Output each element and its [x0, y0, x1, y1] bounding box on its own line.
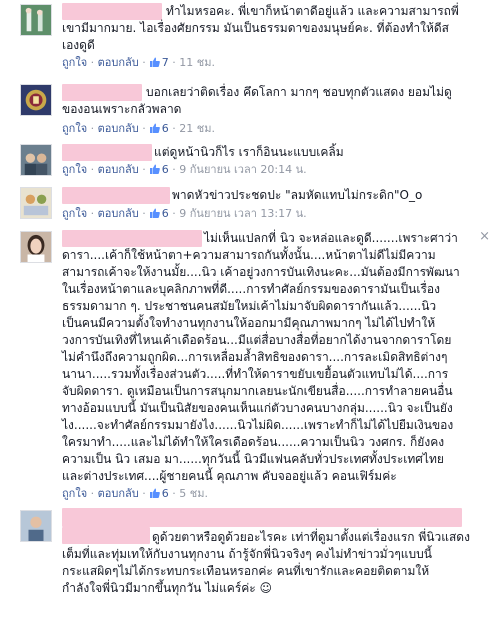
comment-text: บอกเลยว่าติดเรื่อง คึดโลกา มากๆ ชอบทุกตั…: [62, 85, 452, 116]
like-count[interactable]: 6: [162, 487, 169, 500]
comment-1: บอกเลยว่าติดเรื่อง คึดโลกา มากๆ ชอบทุกตั…: [0, 80, 504, 140]
comment-0: ทำไมหรอคะ. พี่เขาก็หน้าตาดีอยู่แล้ว และค…: [0, 0, 504, 70]
like-link[interactable]: ถูกใจ: [62, 487, 87, 500]
avatar[interactable]: [20, 144, 52, 176]
reply-link[interactable]: ตอบกลับ: [98, 207, 139, 220]
comment-meta: ถูกใจ · ตอบกลับ · 6 · 21 ชม.: [62, 122, 215, 135]
thumbs-up-icon: [149, 488, 160, 498]
thumbs-up-icon: [149, 208, 160, 218]
reply-link[interactable]: ตอบกลับ: [98, 56, 139, 69]
like-count[interactable]: 6: [162, 122, 169, 135]
comment-text: ทำไมหรอคะ. พี่เขาก็หน้าตาดีอยู่แล้ว และค…: [62, 4, 459, 52]
like-link[interactable]: ถูกใจ: [62, 122, 87, 135]
thumbs-up-icon: [149, 164, 160, 174]
timestamp[interactable]: 9 กันยายน เวลา 13:17 น.: [179, 207, 306, 220]
comment-text: ดูด้วยตาหรือดูด้วยอะไรคะ เท่าที่ดูมาตั้ง…: [62, 530, 470, 595]
comment-meta: ถูกใจ · ตอบกลับ · 6 · 9 กันยายน เวลา 20:1…: [62, 163, 307, 176]
comment-text: ไม่เห็นแปลกที่ นิว จะหล่อและดูดี.......เ…: [62, 231, 460, 483]
like-count[interactable]: 6: [162, 207, 169, 220]
comment-5: ดูด้วยตาหรือดูด้วยอะไรคะ เท่าที่ดูมาตั้ง…: [0, 508, 504, 627]
comment-text: พาดหัวข่าวประชดปะ "ลมหัดแทบไม่กระดิก"O_o: [172, 188, 423, 202]
comment-2: แต่ดูหน้านิวก็ไร เราก็อินนะแบบเคลิ้ม ถูก…: [0, 142, 504, 182]
avatar[interactable]: [20, 510, 52, 542]
timestamp[interactable]: 5 ชม.: [179, 487, 208, 500]
reply-link[interactable]: ตอบกลับ: [98, 122, 139, 135]
comment-meta: ถูกใจ · ตอบกลับ · 6 · 5 ชม.: [62, 487, 208, 500]
reply-link[interactable]: ตอบกลับ: [98, 487, 139, 500]
like-link[interactable]: ถูกใจ: [62, 163, 87, 176]
timestamp[interactable]: 9 กันยายน เวลา 20:14 น.: [179, 163, 306, 176]
redacted-author-name: [62, 508, 462, 527]
comment-meta: ถูกใจ · ตอบกลับ · 6 · 9 กันยายน เวลา 13:1…: [62, 207, 307, 220]
comment-3: พาดหัวข่าวประชดปะ "ลมหัดแทบไม่กระดิก"O_o…: [0, 183, 504, 223]
like-link[interactable]: ถูกใจ: [62, 56, 87, 69]
comment-meta: ถูกใจ · ตอบกลับ · 7 · 11 ชม.: [62, 56, 215, 69]
avatar[interactable]: [20, 4, 52, 36]
avatar[interactable]: [20, 187, 52, 219]
like-count[interactable]: 6: [162, 163, 169, 176]
avatar[interactable]: [20, 84, 52, 116]
comment-4: × ไม่เห็นแปลกที่ นิว จะหล่อและดูดี......…: [0, 229, 504, 504]
timestamp[interactable]: 21 ชม.: [179, 122, 215, 135]
like-link[interactable]: ถูกใจ: [62, 207, 87, 220]
timestamp[interactable]: 11 ชม.: [179, 56, 215, 69]
thumbs-up-icon: [149, 123, 160, 133]
like-count[interactable]: 7: [162, 56, 169, 69]
reply-link[interactable]: ตอบกลับ: [98, 163, 139, 176]
avatar[interactable]: [20, 231, 52, 263]
close-icon[interactable]: ×: [479, 230, 490, 243]
comment-text: แต่ดูหน้านิวก็ไร เราก็อินนะแบบเคลิ้ม: [154, 145, 344, 159]
thumbs-up-icon: [149, 57, 160, 67]
